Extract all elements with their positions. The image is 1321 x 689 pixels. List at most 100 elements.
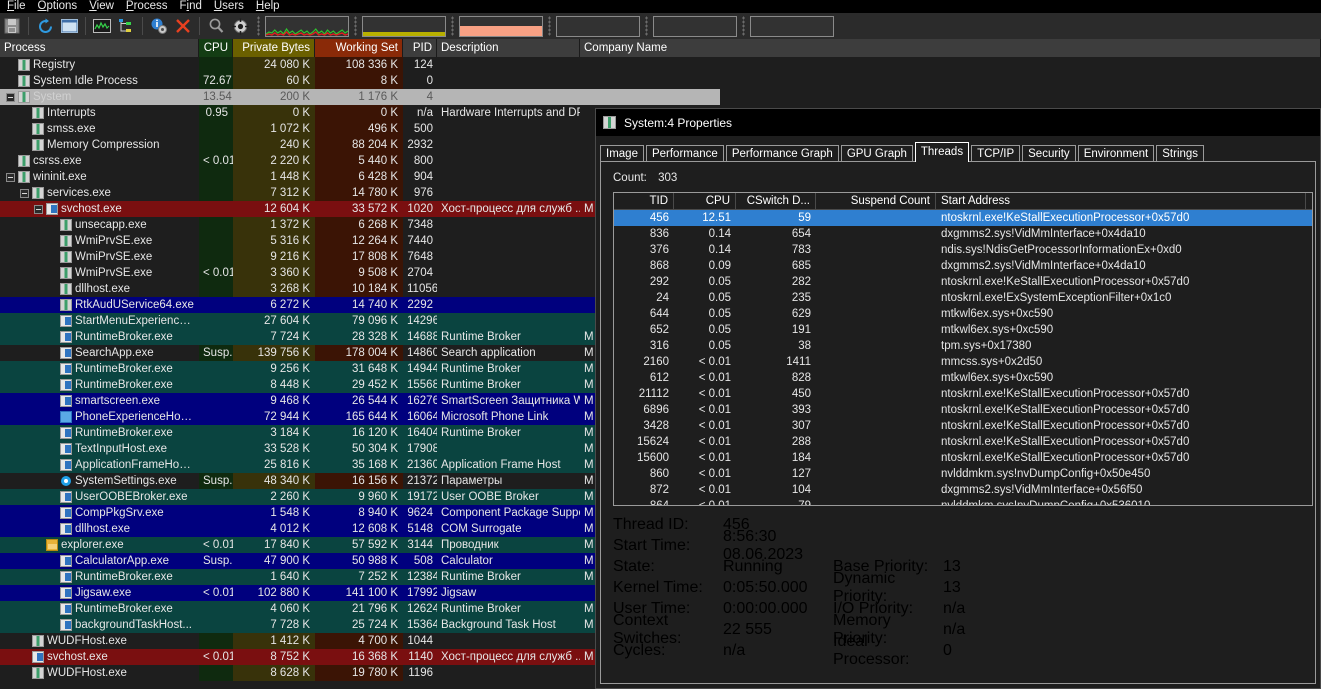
threads-grid[interactable]: TID CPU CSwitch D... Suspend Count Start Add… <box>613 192 1313 506</box>
process-name-cell[interactable]: TextInputHost.exe <box>0 441 199 457</box>
process-row[interactable]: Registry 24 080 K 108 336 K 124 <box>0 57 1321 73</box>
process-row[interactable]: System Idle Process 72.67 60 K8 K 0 <box>0 73 1321 89</box>
process-name-cell[interactable]: smss.exe <box>0 121 199 137</box>
column-header-process[interactable]: Process <box>0 39 199 57</box>
thread-row[interactable]: 872 < 0.01 104 dxgmms2.sys!VidMmInterface+0… <box>614 482 1312 498</box>
thread-row[interactable]: 316 0.05 38 tpm.sys+0x17380 <box>614 338 1312 354</box>
gpu-graph[interactable] <box>653 15 737 37</box>
thread-row[interactable]: 644 0.05 629 mtkwl6ex.sys+0xc590 <box>614 306 1312 322</box>
properties-tab-strip[interactable]: Image Performance Performance Graph GPU Gra… <box>600 142 1320 162</box>
process-name-cell[interactable]: System Idle Process <box>0 73 199 89</box>
process-name-cell[interactable]: csrss.exe <box>0 153 199 169</box>
process-name-cell[interactable]: UserOOBEBroker.exe <box>0 489 199 505</box>
process-name-cell[interactable]: RuntimeBroker.exe <box>0 361 199 377</box>
io-graph[interactable] <box>556 15 640 37</box>
process-name-cell[interactable]: RuntimeBroker.exe <box>0 329 199 345</box>
process-name-cell[interactable]: WUDFHost.exe <box>0 665 199 681</box>
process-name-cell[interactable]: Memory Compression <box>0 137 199 153</box>
process-name-cell[interactable]: ApplicationFrameHost... <box>0 457 199 473</box>
process-name-cell[interactable]: backgroundTaskHost... <box>0 617 199 633</box>
process-name-cell[interactable]: SearchApp.exe <box>0 345 199 361</box>
process-name-cell[interactable]: WmiPrvSE.exe <box>0 233 199 249</box>
thread-row[interactable]: 21112 < 0.01 450 ntoskrnl.exe!KeStallExecut… <box>614 386 1312 402</box>
process-name-cell[interactable]: Registry <box>0 57 199 73</box>
thread-row[interactable]: 2160 < 0.01 1411 mmcss.sys+0x2d50 <box>614 354 1312 370</box>
process-name-cell[interactable]: Jigsaw.exe <box>0 585 199 601</box>
process-name-cell[interactable]: RuntimeBroker.exe <box>0 569 199 585</box>
menu-item-process[interactable]: Process <box>121 0 175 13</box>
tree-collapse-toggle-icon[interactable] <box>34 204 43 214</box>
column-header-cpu[interactable]: CPU <box>199 39 233 57</box>
physical-memory-graph[interactable] <box>459 15 543 37</box>
commit-history-graph[interactable] <box>362 15 446 37</box>
network-graph[interactable] <box>750 15 834 37</box>
process-name-cell[interactable]: wininit.exe <box>0 169 199 185</box>
thread-row[interactable]: 24 0.05 235 ntoskrnl.exe!ExSystemExceptionF… <box>614 290 1312 306</box>
window-icon[interactable] <box>58 15 80 37</box>
process-name-cell[interactable]: RtkAudUService64.exe <box>0 297 199 313</box>
system-information-icon[interactable] <box>91 15 113 37</box>
menu-item-file[interactable]: File <box>2 0 33 13</box>
process-name-cell[interactable]: RuntimeBroker.exe <box>0 425 199 441</box>
thread-row[interactable]: 456 12.51 59 ntoskrnl.exe!KeStallExecutionP… <box>614 210 1312 226</box>
menu-item-find[interactable]: Find <box>174 0 208 13</box>
target-crosshair-icon[interactable] <box>229 15 251 37</box>
tab-gpu-graph[interactable]: GPU Graph <box>840 145 913 162</box>
process-name-cell[interactable]: RuntimeBroker.exe <box>0 601 199 617</box>
thread-row[interactable]: 15600 < 0.01 184 ntoskrnl.exe!KeStallExecut… <box>614 450 1312 466</box>
thread-column-header-suspend[interactable]: Suspend Count <box>816 193 936 210</box>
thread-column-header-cswitch[interactable]: CSwitch D... <box>736 193 816 210</box>
process-name-cell[interactable]: StartMenuExperience... <box>0 313 199 329</box>
column-header-working-set[interactable]: Working Set <box>315 39 403 57</box>
tree-collapse-toggle-icon[interactable] <box>6 172 15 182</box>
threads-grid-body[interactable]: 456 12.51 59 ntoskrnl.exe!KeStallExecutionP… <box>614 210 1312 505</box>
process-name-cell[interactable]: SystemSettings.exe <box>0 473 199 489</box>
process-name-cell[interactable]: Interrupts <box>0 105 199 121</box>
process-name-cell[interactable]: explorer.exe <box>0 537 199 553</box>
column-header-description[interactable]: Description <box>437 39 580 57</box>
menu-item-options[interactable]: Options <box>33 0 85 13</box>
save-icon[interactable] <box>1 15 23 37</box>
cpu-history-graph[interactable] <box>265 15 349 37</box>
properties-icon[interactable] <box>148 15 170 37</box>
column-header-private-bytes[interactable]: Private Bytes <box>233 39 315 57</box>
thread-row[interactable]: 15624 < 0.01 288 ntoskrnl.exe!KeStallExecut… <box>614 434 1312 450</box>
column-header-pid[interactable]: PID <box>403 39 437 57</box>
refresh-icon[interactable] <box>34 15 56 37</box>
thread-column-header-tid[interactable]: TID <box>614 193 674 210</box>
process-name-cell[interactable]: services.exe <box>0 185 199 201</box>
tab-strings[interactable]: Strings <box>1156 145 1205 162</box>
process-name-cell[interactable]: CompPkgSrv.exe <box>0 505 199 521</box>
thread-row[interactable]: 868 0.09 685 dxgmms2.sys!VidMmInterface+0x4… <box>614 258 1312 274</box>
menu-item-users[interactable]: Users <box>209 0 251 13</box>
tree-collapse-toggle-icon[interactable] <box>20 188 29 198</box>
process-name-cell[interactable]: RuntimeBroker.exe <box>0 377 199 393</box>
thread-row[interactable]: 860 < 0.01 127 nvlddmkm.sys!nvDumpConfig+0x… <box>614 466 1312 482</box>
kill-process-icon[interactable] <box>172 15 194 37</box>
tab-performance[interactable]: Performance <box>645 145 724 162</box>
process-tree-icon[interactable] <box>115 15 137 37</box>
process-name-cell[interactable]: WmiPrvSE.exe <box>0 249 199 265</box>
process-name-cell[interactable]: WUDFHost.exe <box>0 633 199 649</box>
find-window-icon[interactable] <box>205 15 227 37</box>
thread-row[interactable]: 864 < 0.01 79 nvlddmkm.sys!nvDumpConfig+0x5… <box>614 498 1312 505</box>
process-row[interactable]: System 13.54 200 K1 176 K4 <box>0 89 1321 105</box>
menu-item-view[interactable]: View <box>84 0 121 13</box>
process-name-cell[interactable]: svchost.exe <box>0 649 199 665</box>
tab-performance-graph[interactable]: Performance Graph <box>725 145 839 162</box>
process-name-cell[interactable]: CalculatorApp.exe <box>0 553 199 569</box>
thread-row[interactable]: 376 0.14 783 ndis.sys!NdisGetProcessorInfor… <box>614 242 1312 258</box>
thread-column-header-cpu[interactable]: CPU <box>674 193 736 210</box>
thread-row[interactable]: 292 0.05 282 ntoskrnl.exe!KeStallExecutionP… <box>614 274 1312 290</box>
tab-environment[interactable]: Environment <box>1077 145 1155 162</box>
column-header-company[interactable]: Company Name <box>580 39 1321 57</box>
tab-tcp-ip[interactable]: TCP/IP <box>971 145 1021 162</box>
process-name-cell[interactable]: dllhost.exe <box>0 281 199 297</box>
tab-threads[interactable]: Threads <box>914 142 970 162</box>
thread-column-header-start[interactable]: Start Address <box>936 193 1306 210</box>
process-name-cell[interactable]: smartscreen.exe <box>0 393 199 409</box>
tab-security[interactable]: Security <box>1022 145 1076 162</box>
menu-item-help[interactable]: Help <box>251 0 287 13</box>
thread-row[interactable]: 612 < 0.01 828 mtkwl6ex.sys+0xc590 <box>614 370 1312 386</box>
process-name-cell[interactable]: WmiPrvSE.exe <box>0 265 199 281</box>
